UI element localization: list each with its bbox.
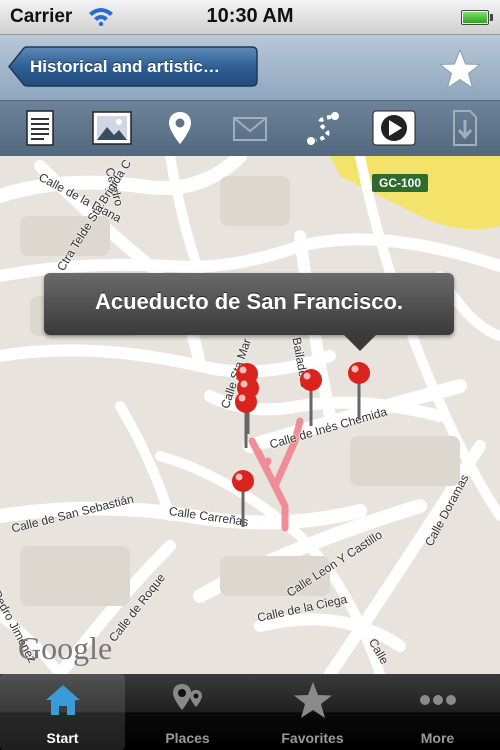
back-button[interactable]: Historical and artistic… bbox=[8, 46, 258, 87]
description-tab-button[interactable] bbox=[12, 101, 68, 156]
image-icon bbox=[92, 111, 132, 145]
download-tab-button[interactable] bbox=[436, 101, 492, 156]
download-icon bbox=[453, 110, 477, 146]
tab-favorites[interactable]: Favorites bbox=[250, 674, 375, 750]
map-view[interactable]: GC-100 Calle de la Diana Cendro Ctra Tel… bbox=[0, 156, 500, 674]
map-pin[interactable] bbox=[298, 368, 324, 428]
tab-label: More bbox=[420, 730, 455, 746]
play-icon bbox=[372, 110, 416, 146]
favorite-star-button[interactable] bbox=[436, 47, 484, 91]
tab-label: Favorites bbox=[281, 730, 344, 746]
tab-label: Places bbox=[165, 730, 210, 746]
map-pin-selected[interactable] bbox=[346, 361, 372, 421]
route-icon bbox=[307, 112, 339, 145]
callout-title: Acueducto de San Francisco. bbox=[94, 289, 404, 314]
route-tab-button[interactable] bbox=[294, 101, 350, 156]
battery-icon bbox=[461, 10, 493, 25]
tab-start[interactable]: Start bbox=[0, 674, 125, 750]
map-tab-button[interactable] bbox=[152, 101, 208, 156]
status-bar: Carrier 10:30 AM bbox=[0, 0, 500, 35]
places-icon bbox=[172, 684, 202, 710]
video-tab-button[interactable] bbox=[362, 101, 418, 156]
clock: 10:30 AM bbox=[206, 5, 294, 27]
back-button-label: Historical and artistic… bbox=[30, 57, 220, 76]
map-pin[interactable] bbox=[233, 390, 259, 450]
toolbar bbox=[0, 101, 500, 157]
home-icon bbox=[45, 685, 80, 715]
gallery-tab-button[interactable] bbox=[82, 101, 138, 156]
tab-places[interactable]: Places bbox=[125, 674, 250, 750]
callout-tail bbox=[344, 335, 376, 351]
navigation-bar: Historical and artistic… bbox=[0, 35, 500, 101]
google-logo: Google bbox=[18, 630, 113, 666]
map-callout[interactable]: Acueducto de San Francisco. bbox=[44, 273, 454, 351]
star-icon bbox=[293, 682, 332, 718]
tab-bar: Start Places Favorites More bbox=[0, 674, 500, 750]
map-pin[interactable] bbox=[230, 469, 256, 529]
more-icon bbox=[419, 695, 456, 705]
mail-icon bbox=[233, 117, 267, 141]
star-icon bbox=[438, 48, 482, 90]
mail-tab-button[interactable] bbox=[222, 101, 278, 156]
document-icon bbox=[26, 110, 54, 146]
tab-more[interactable]: More bbox=[375, 674, 500, 750]
location-pin-icon bbox=[169, 112, 191, 144]
tab-label: Start bbox=[46, 730, 79, 746]
road-shield-label: GC-100 bbox=[372, 174, 428, 192]
